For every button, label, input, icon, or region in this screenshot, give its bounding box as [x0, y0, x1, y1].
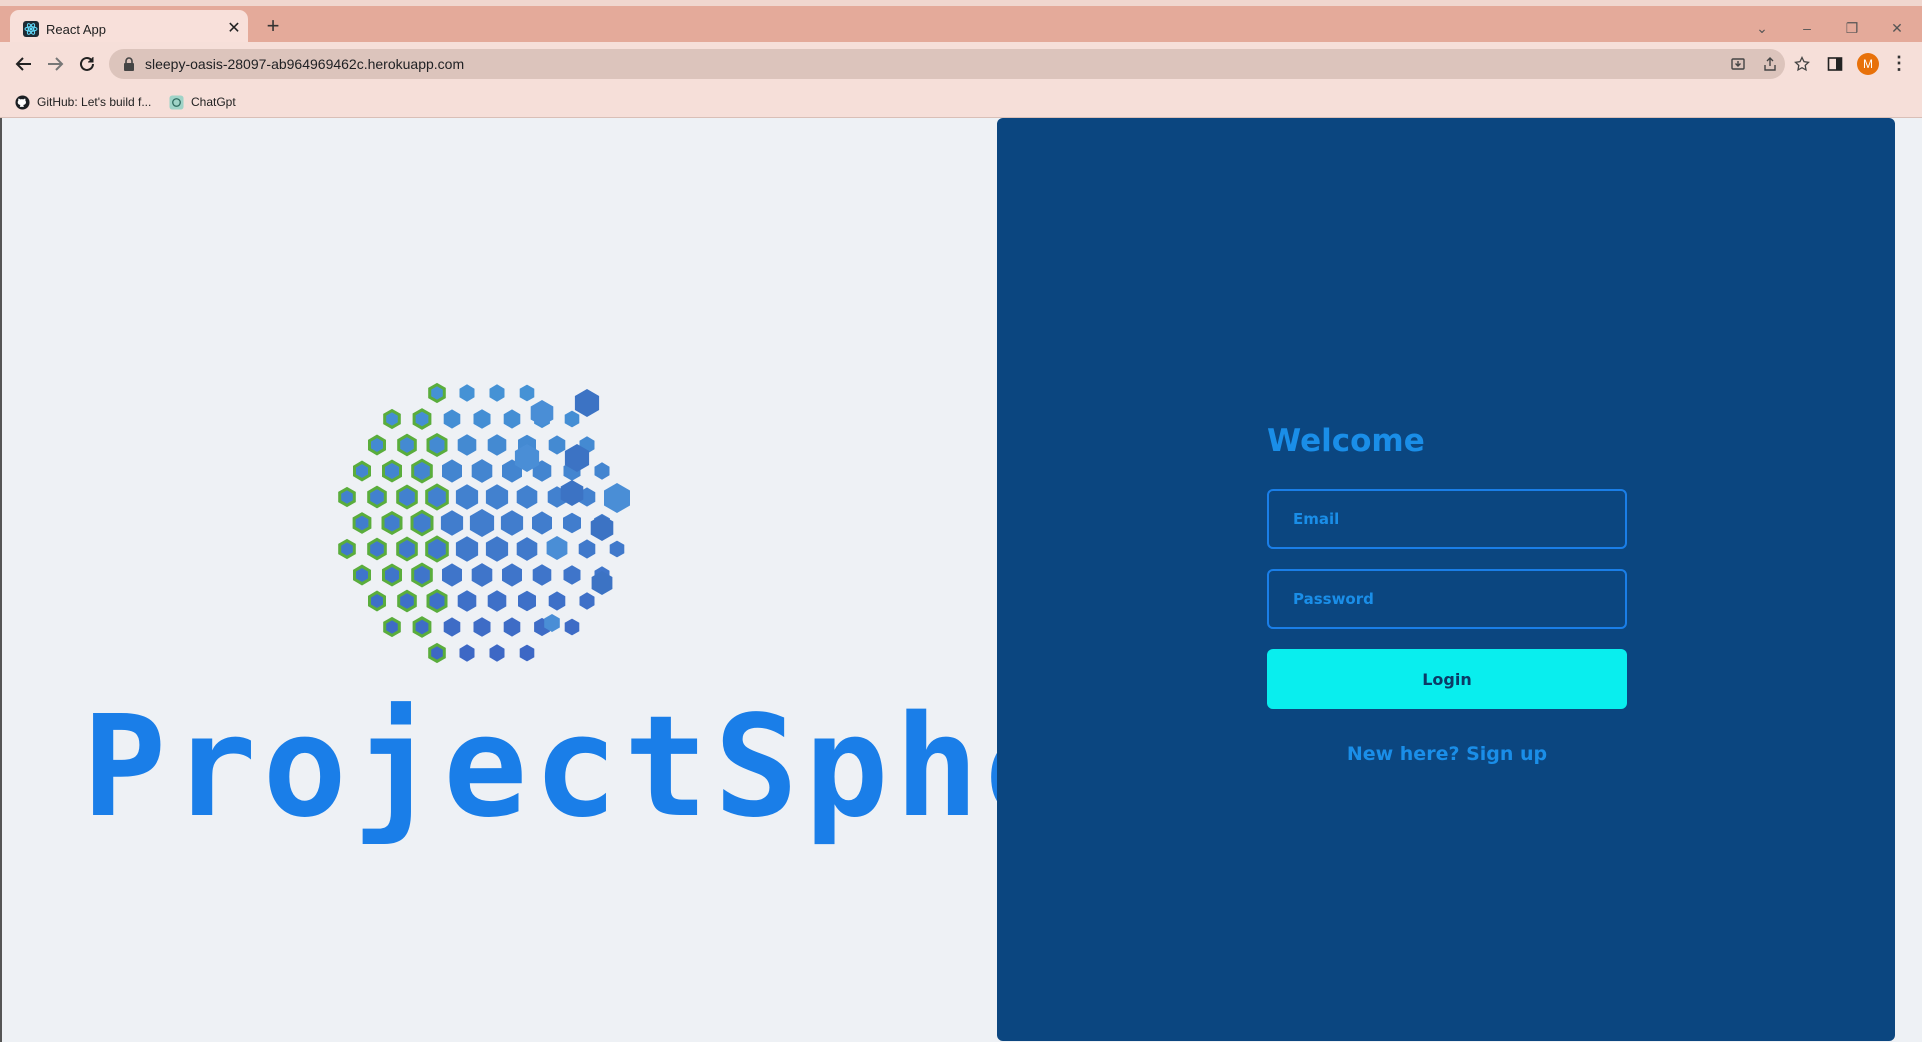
- reload-button[interactable]: [73, 50, 101, 78]
- signup-link[interactable]: New here? Sign up: [1267, 743, 1627, 765]
- minimize-button[interactable]: –: [1792, 18, 1822, 38]
- url-text: sleepy-oasis-28097-ab964969462c.herokuap…: [145, 56, 465, 72]
- react-favicon-icon: [23, 21, 39, 37]
- page-content: ProjectSphere Welcome Login New here? Si…: [0, 118, 1922, 1042]
- reload-icon: [80, 56, 94, 71]
- bookmarks-bar: GitHub: Let's build f... ChatGpt: [0, 86, 1922, 118]
- login-panel: Welcome Login New here? Sign up: [997, 118, 1895, 1041]
- browser-toolbar: sleepy-oasis-28097-ab964969462c.herokuap…: [0, 42, 1922, 86]
- chatgpt-icon: [168, 94, 184, 110]
- lock-icon: [124, 57, 134, 71]
- back-button[interactable]: [10, 50, 38, 78]
- welcome-heading: Welcome: [1267, 423, 1425, 459]
- sphere-logo-icon: [332, 358, 682, 678]
- share-icon[interactable]: [1760, 55, 1780, 73]
- password-field[interactable]: [1267, 569, 1627, 629]
- bookmark-star-icon[interactable]: [1792, 55, 1812, 73]
- side-panel-icon[interactable]: [1824, 54, 1846, 74]
- brand-wordmark: ProjectSphere: [82, 686, 1256, 849]
- forward-button[interactable]: [41, 50, 69, 78]
- new-tab-button[interactable]: +: [262, 15, 284, 38]
- tab-search-icon[interactable]: ⌄: [1747, 18, 1777, 38]
- bookmark-chatgpt[interactable]: ChatGpt: [168, 93, 236, 111]
- email-field[interactable]: [1267, 489, 1627, 549]
- browser-menu-icon[interactable]: ⋮: [1890, 54, 1908, 74]
- address-bar[interactable]: sleepy-oasis-28097-ab964969462c.herokuap…: [109, 49, 1810, 79]
- restore-button[interactable]: ❐: [1837, 18, 1867, 38]
- install-app-icon[interactable]: [1728, 55, 1748, 73]
- close-window-button[interactable]: ✕: [1882, 18, 1912, 38]
- login-button[interactable]: Login: [1267, 649, 1627, 709]
- back-arrow-icon: [15, 57, 31, 71]
- forward-arrow-icon: [48, 57, 64, 71]
- profile-avatar[interactable]: M: [1857, 53, 1879, 75]
- tab-title: React App: [46, 22, 106, 37]
- tab-strip: React App ✕ + ⌄ – ❐ ✕: [0, 0, 1922, 48]
- bookmark-label: GitHub: Let's build f...: [37, 95, 152, 109]
- github-icon: [14, 94, 30, 110]
- tab-close-icon[interactable]: ✕: [224, 19, 244, 39]
- bookmark-github[interactable]: GitHub: Let's build f...: [14, 93, 151, 111]
- bookmark-label: ChatGpt: [191, 95, 236, 109]
